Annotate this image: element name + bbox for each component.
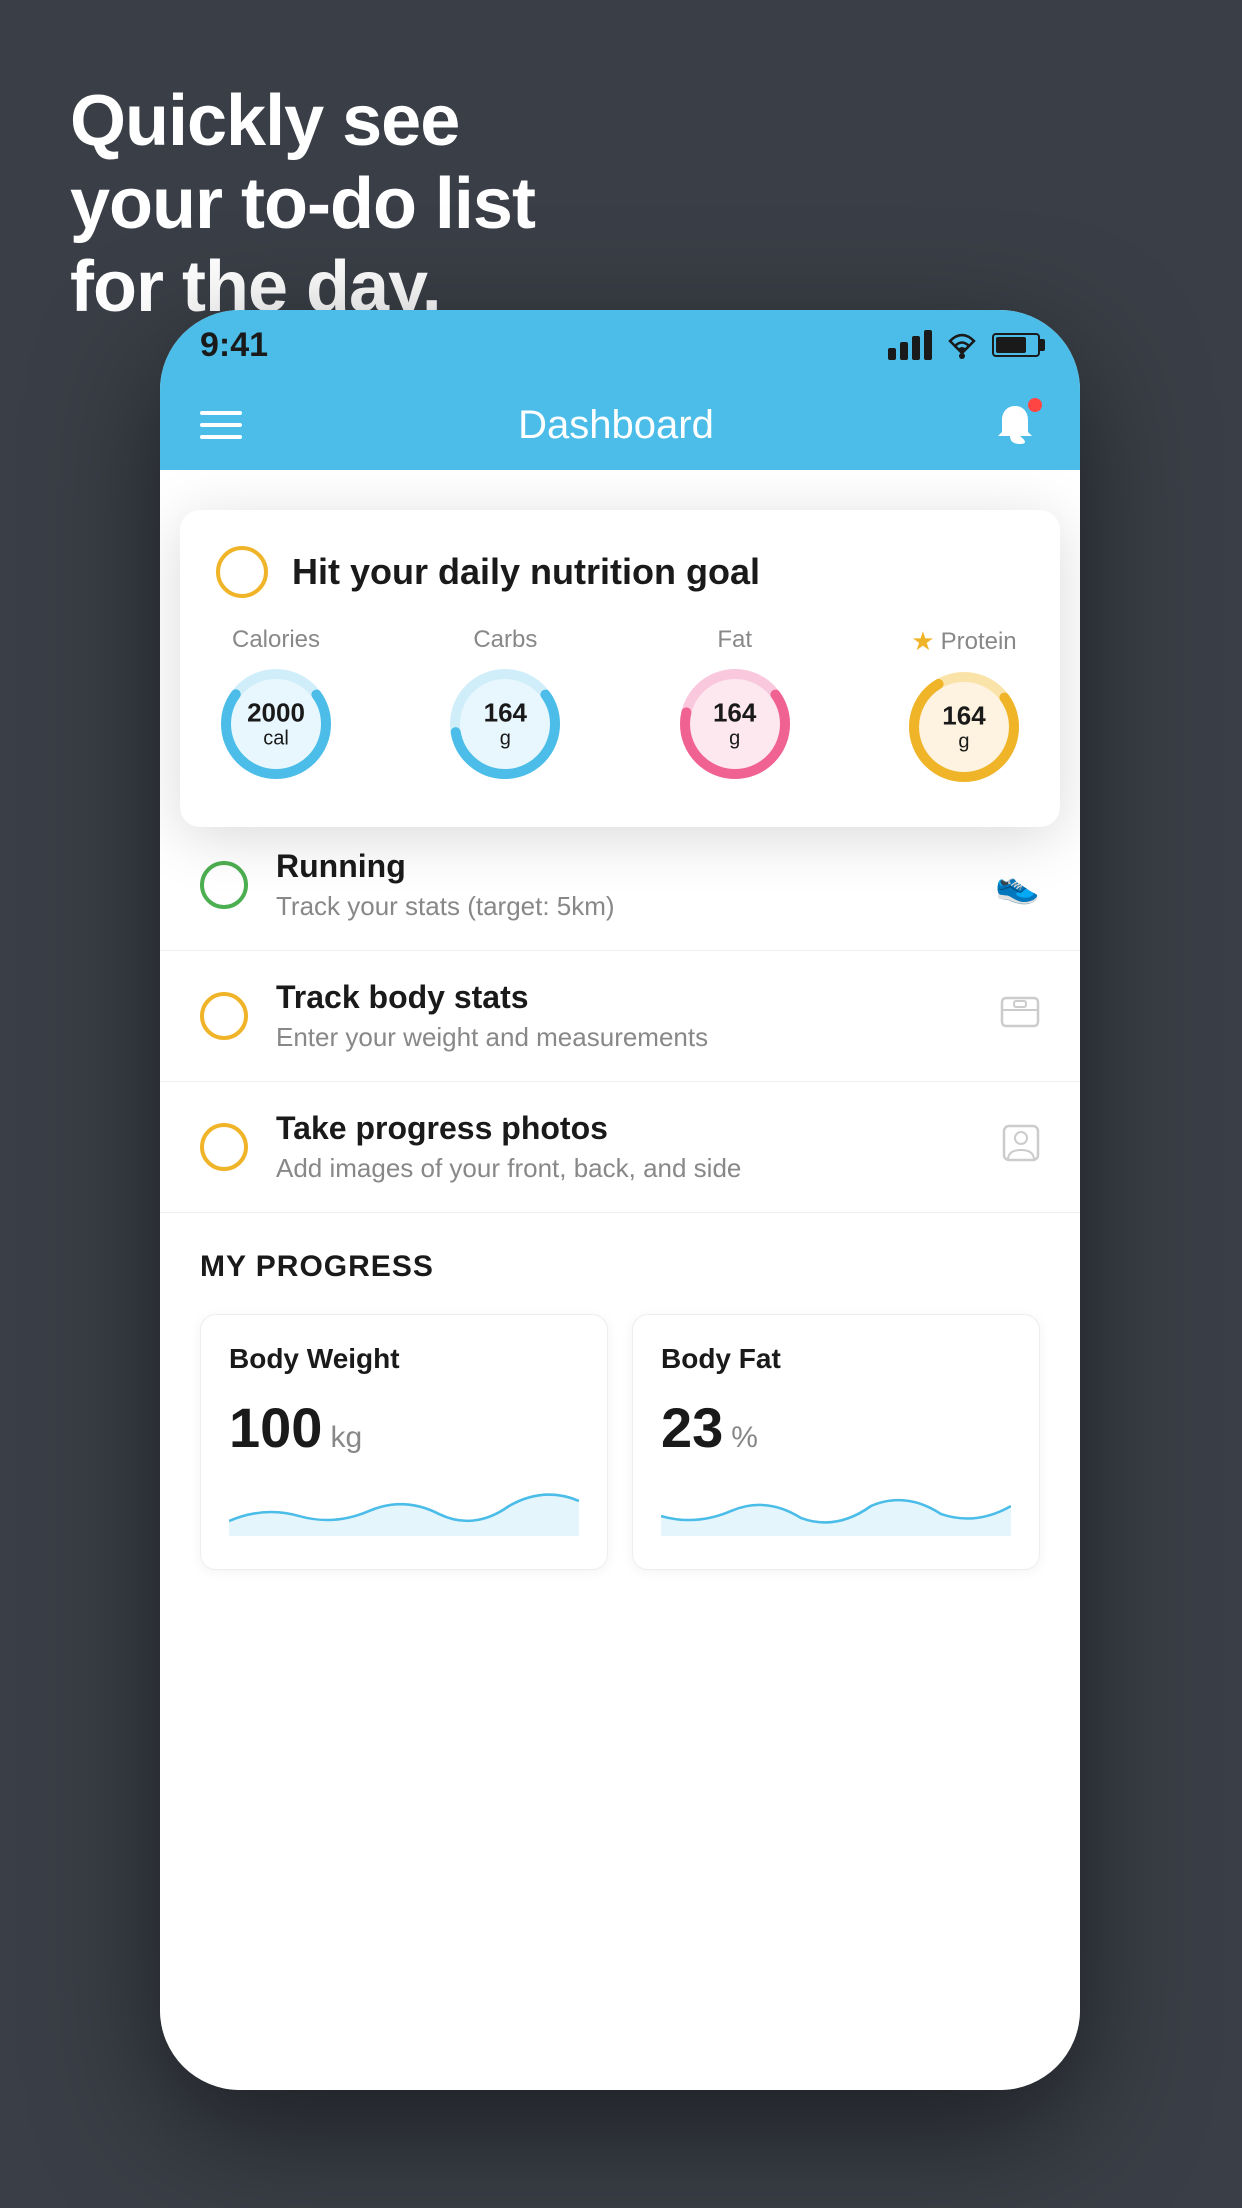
carbs-ring: 164 g <box>445 664 565 784</box>
signal-icon <box>888 330 932 360</box>
todo-item-photos[interactable]: Take progress photos Add images of your … <box>160 1082 1080 1213</box>
todo-check-running[interactable] <box>200 861 248 909</box>
weight-chart <box>229 1476 579 1536</box>
nutrition-calories: Calories 2000 cal <box>216 626 336 787</box>
fat-unit: % <box>731 1421 758 1455</box>
card-header: Hit your daily nutrition goal <box>216 546 1024 598</box>
nutrition-protein: ★ Protein 164 g <box>904 626 1024 787</box>
todo-list: Running Track your stats (target: 5km) 👟… <box>160 820 1080 1213</box>
carbs-label: Carbs <box>473 626 537 654</box>
headline-line2: your to-do list <box>70 164 535 244</box>
progress-card-weight: Body Weight 100 kg <box>200 1314 608 1570</box>
notification-dot <box>1026 396 1044 414</box>
todo-check-bodystats[interactable] <box>200 992 248 1040</box>
nutrition-carbs: Carbs 164 g <box>445 626 565 787</box>
person-icon <box>1002 1124 1040 1171</box>
carbs-value: 164 g <box>484 699 527 750</box>
protein-label: Protein <box>941 628 1017 656</box>
scale-icon <box>1000 994 1040 1039</box>
todo-content-running: Running Track your stats (target: 5km) <box>276 848 967 922</box>
todo-check-nutrition[interactable] <box>216 546 268 598</box>
fat-value-row: 23 % <box>661 1395 1011 1460</box>
calories-ring: 2000 cal <box>216 664 336 784</box>
fat-card-title: Body Fat <box>661 1343 1011 1375</box>
content-area: THINGS TO DO TODAY Hit your daily nutrit… <box>160 470 1080 2090</box>
todo-title-running: Running <box>276 848 967 885</box>
todo-subtitle-bodystats: Enter your weight and measurements <box>276 1022 972 1053</box>
progress-cards: Body Weight 100 kg Body Fat 23 % <box>200 1314 1040 1570</box>
fat-ring: 164 g <box>675 664 795 784</box>
phone-shell: 9:41 Dashboard <box>160 310 1080 2090</box>
headline-line1: Quickly see <box>70 81 459 161</box>
nav-bar: Dashboard <box>160 380 1080 470</box>
notification-bell-button[interactable] <box>990 400 1040 450</box>
weight-value-row: 100 kg <box>229 1395 579 1460</box>
headline: Quickly see your to-do list for the day. <box>70 80 535 328</box>
calories-label: Calories <box>232 626 320 654</box>
nutrition-card: Hit your daily nutrition goal Calories 2… <box>180 510 1060 827</box>
status-icons <box>888 330 1040 360</box>
fat-label: Fat <box>717 626 752 654</box>
nutrition-fat: Fat 164 g <box>675 626 795 787</box>
weight-card-title: Body Weight <box>229 1343 579 1375</box>
battery-icon <box>992 333 1040 357</box>
todo-item-bodystats[interactable]: Track body stats Enter your weight and m… <box>160 951 1080 1082</box>
protein-value: 164 g <box>942 702 985 753</box>
calories-value: 2000 cal <box>247 699 305 750</box>
todo-title-photos: Take progress photos <box>276 1110 974 1147</box>
nutrition-grid: Calories 2000 cal <box>216 626 1024 787</box>
star-icon: ★ <box>911 626 934 657</box>
fat-chart <box>661 1476 1011 1536</box>
fat-value: 23 <box>661 1395 723 1460</box>
progress-header: MY PROGRESS <box>200 1250 1040 1284</box>
todo-check-photos[interactable] <box>200 1123 248 1171</box>
protein-ring: 164 g <box>904 667 1024 787</box>
todo-subtitle-photos: Add images of your front, back, and side <box>276 1153 974 1184</box>
todo-subtitle-running: Track your stats (target: 5km) <box>276 891 967 922</box>
protein-label-row: ★ Protein <box>911 626 1016 657</box>
todo-item-running[interactable]: Running Track your stats (target: 5km) 👟 <box>160 820 1080 951</box>
todo-content-photos: Take progress photos Add images of your … <box>276 1110 974 1184</box>
weight-unit: kg <box>330 1421 362 1455</box>
weight-value: 100 <box>229 1395 322 1460</box>
progress-card-fat: Body Fat 23 % <box>632 1314 1040 1570</box>
wifi-icon <box>944 331 980 359</box>
progress-section: MY PROGRESS Body Weight 100 kg B <box>160 1210 1080 1610</box>
todo-title-bodystats: Track body stats <box>276 979 972 1016</box>
hamburger-menu[interactable] <box>200 411 242 439</box>
todo-content-bodystats: Track body stats Enter your weight and m… <box>276 979 972 1053</box>
status-bar: 9:41 <box>160 310 1080 380</box>
shoe-icon: 👟 <box>995 864 1040 906</box>
nutrition-card-title: Hit your daily nutrition goal <box>292 551 760 593</box>
fat-value: 164 g <box>713 699 756 750</box>
status-time: 9:41 <box>200 326 268 365</box>
nav-title: Dashboard <box>518 403 714 448</box>
